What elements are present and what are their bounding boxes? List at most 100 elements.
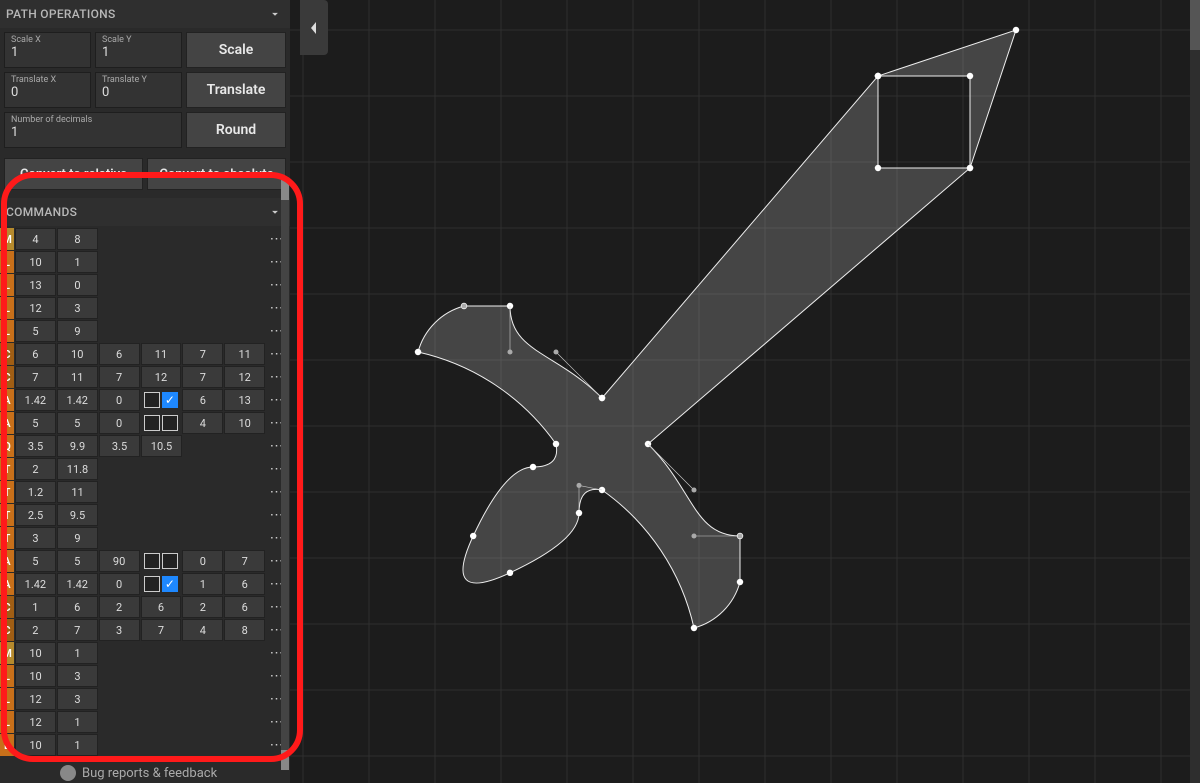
command-value-cell[interactable]: 12	[15, 688, 56, 710]
command-value-cell[interactable]: 7	[182, 343, 223, 365]
command-letter[interactable]: L	[0, 711, 14, 733]
command-value-cell[interactable]: 7	[99, 366, 140, 388]
command-value-cell[interactable]: 5	[57, 550, 98, 572]
command-letter[interactable]: T	[0, 481, 14, 503]
command-value-cell[interactable]: 5	[15, 550, 56, 572]
scale-button[interactable]: Scale	[186, 32, 286, 68]
command-value-cell[interactable]: 13	[15, 274, 56, 296]
command-value-cell[interactable]: 7	[57, 619, 98, 641]
command-value-cell[interactable]: 1	[15, 596, 56, 618]
arc-flag-checkbox[interactable]	[162, 415, 178, 431]
convert-relative-button[interactable]: Convert to relative	[4, 158, 143, 190]
command-value-cell[interactable]: 1	[182, 573, 223, 595]
scrollbar-thumb[interactable]	[1190, 0, 1200, 50]
command-value-cell[interactable]: 3	[57, 665, 98, 687]
command-letter[interactable]: T	[0, 527, 14, 549]
command-value-cell[interactable]: 11	[141, 343, 182, 365]
command-value-cell[interactable]: 1	[57, 734, 98, 756]
command-value-cell[interactable]: 10	[15, 251, 56, 273]
command-value-cell[interactable]: 5	[15, 320, 56, 342]
command-value-cell[interactable]: 3.5	[99, 435, 140, 457]
command-value-cell[interactable]: 6	[224, 596, 265, 618]
command-value-cell[interactable]: 11.8	[57, 458, 98, 480]
command-value-cell[interactable]: 3	[57, 688, 98, 710]
translate-x-field[interactable]: Translate X 0	[4, 72, 91, 108]
arc-flag-checkbox[interactable]	[144, 415, 160, 431]
command-letter[interactable]: C	[0, 343, 14, 365]
commands-scrollbar[interactable]	[281, 180, 289, 770]
command-value-cell[interactable]: 3	[99, 619, 140, 641]
bug-report-link[interactable]: Bug reports & feedback	[60, 763, 217, 783]
command-value-cell[interactable]: 1.42	[15, 573, 56, 595]
command-value-cell[interactable]: 8	[224, 619, 265, 641]
command-value-cell[interactable]: 7	[141, 619, 182, 641]
arc-flag-checkbox[interactable]	[144, 392, 160, 408]
command-value-cell[interactable]: 10.5	[141, 435, 182, 457]
command-value-cell[interactable]: 2	[15, 619, 56, 641]
command-value-cell[interactable]: 4	[15, 228, 56, 250]
command-value-cell[interactable]: 0	[182, 550, 223, 572]
canvas[interactable]	[290, 0, 1200, 783]
command-value-cell[interactable]: 11	[57, 481, 98, 503]
command-letter[interactable]: C	[0, 596, 14, 618]
scale-x-field[interactable]: Scale X 1	[4, 32, 91, 68]
command-value-cell[interactable]: 3	[15, 527, 56, 549]
command-value-cell[interactable]: 7	[182, 366, 223, 388]
command-value-cell[interactable]: 2	[99, 596, 140, 618]
command-value-cell[interactable]: 8	[57, 228, 98, 250]
command-value-cell[interactable]: 9	[57, 527, 98, 549]
arc-flag-checkbox[interactable]	[144, 576, 160, 592]
arc-flag-checkbox[interactable]	[162, 553, 178, 569]
command-letter[interactable]: A	[0, 550, 14, 572]
command-value-cell[interactable]: 4	[182, 619, 223, 641]
arc-flag-checkbox[interactable]	[162, 392, 178, 408]
round-button[interactable]: Round	[186, 112, 286, 148]
command-value-cell[interactable]: 0	[99, 573, 140, 595]
scrollbar-thumb[interactable]	[281, 750, 289, 770]
command-value-cell[interactable]: 6	[182, 389, 223, 411]
translate-button[interactable]: Translate	[186, 72, 286, 108]
command-value-cell[interactable]: 5	[57, 412, 98, 434]
command-value-cell[interactable]: 6	[224, 573, 265, 595]
command-letter[interactable]: M	[0, 228, 14, 250]
command-letter[interactable]: A	[0, 573, 14, 595]
decimals-field[interactable]: Number of decimals 1	[4, 112, 182, 148]
command-value-cell[interactable]: 9.9	[57, 435, 98, 457]
command-letter[interactable]: M	[0, 642, 14, 664]
command-value-cell[interactable]: 10	[57, 343, 98, 365]
arc-flag-checkbox[interactable]	[144, 553, 160, 569]
command-value-cell[interactable]: 10	[15, 734, 56, 756]
command-value-cell[interactable]: 6	[99, 343, 140, 365]
command-letter[interactable]: T	[0, 504, 14, 526]
command-value-cell[interactable]: 90	[99, 550, 140, 572]
command-value-cell[interactable]: 7	[15, 366, 56, 388]
command-letter[interactable]: L	[0, 688, 14, 710]
command-letter[interactable]: L	[0, 734, 14, 756]
command-value-cell[interactable]: 11	[57, 366, 98, 388]
command-value-cell[interactable]: 1.42	[57, 389, 98, 411]
commands-header[interactable]: COMMANDS	[0, 198, 290, 226]
command-letter[interactable]: L	[0, 320, 14, 342]
canvas-scrollbar[interactable]	[1190, 0, 1200, 783]
command-letter[interactable]: A	[0, 389, 14, 411]
command-letter[interactable]: Q	[0, 435, 14, 457]
command-letter[interactable]: A	[0, 412, 14, 434]
command-value-cell[interactable]: 2	[182, 596, 223, 618]
translate-y-field[interactable]: Translate Y 0	[95, 72, 182, 108]
command-value-cell[interactable]: 9	[57, 320, 98, 342]
command-value-cell[interactable]: 2	[15, 458, 56, 480]
command-letter[interactable]: L	[0, 297, 14, 319]
command-value-cell[interactable]: 11	[224, 343, 265, 365]
command-value-cell[interactable]: 6	[57, 596, 98, 618]
command-value-cell[interactable]: 1	[57, 642, 98, 664]
command-value-cell[interactable]: 13	[224, 389, 265, 411]
collapse-sidebar-button[interactable]	[300, 0, 328, 55]
command-value-cell[interactable]: 6	[141, 596, 182, 618]
command-letter[interactable]: L	[0, 251, 14, 273]
command-value-cell[interactable]: 5	[15, 412, 56, 434]
command-value-cell[interactable]: 12	[15, 297, 56, 319]
command-value-cell[interactable]: 1.2	[15, 481, 56, 503]
command-value-cell[interactable]: 10	[15, 642, 56, 664]
command-value-cell[interactable]: 1	[57, 251, 98, 273]
scale-y-field[interactable]: Scale Y 1	[95, 32, 182, 68]
